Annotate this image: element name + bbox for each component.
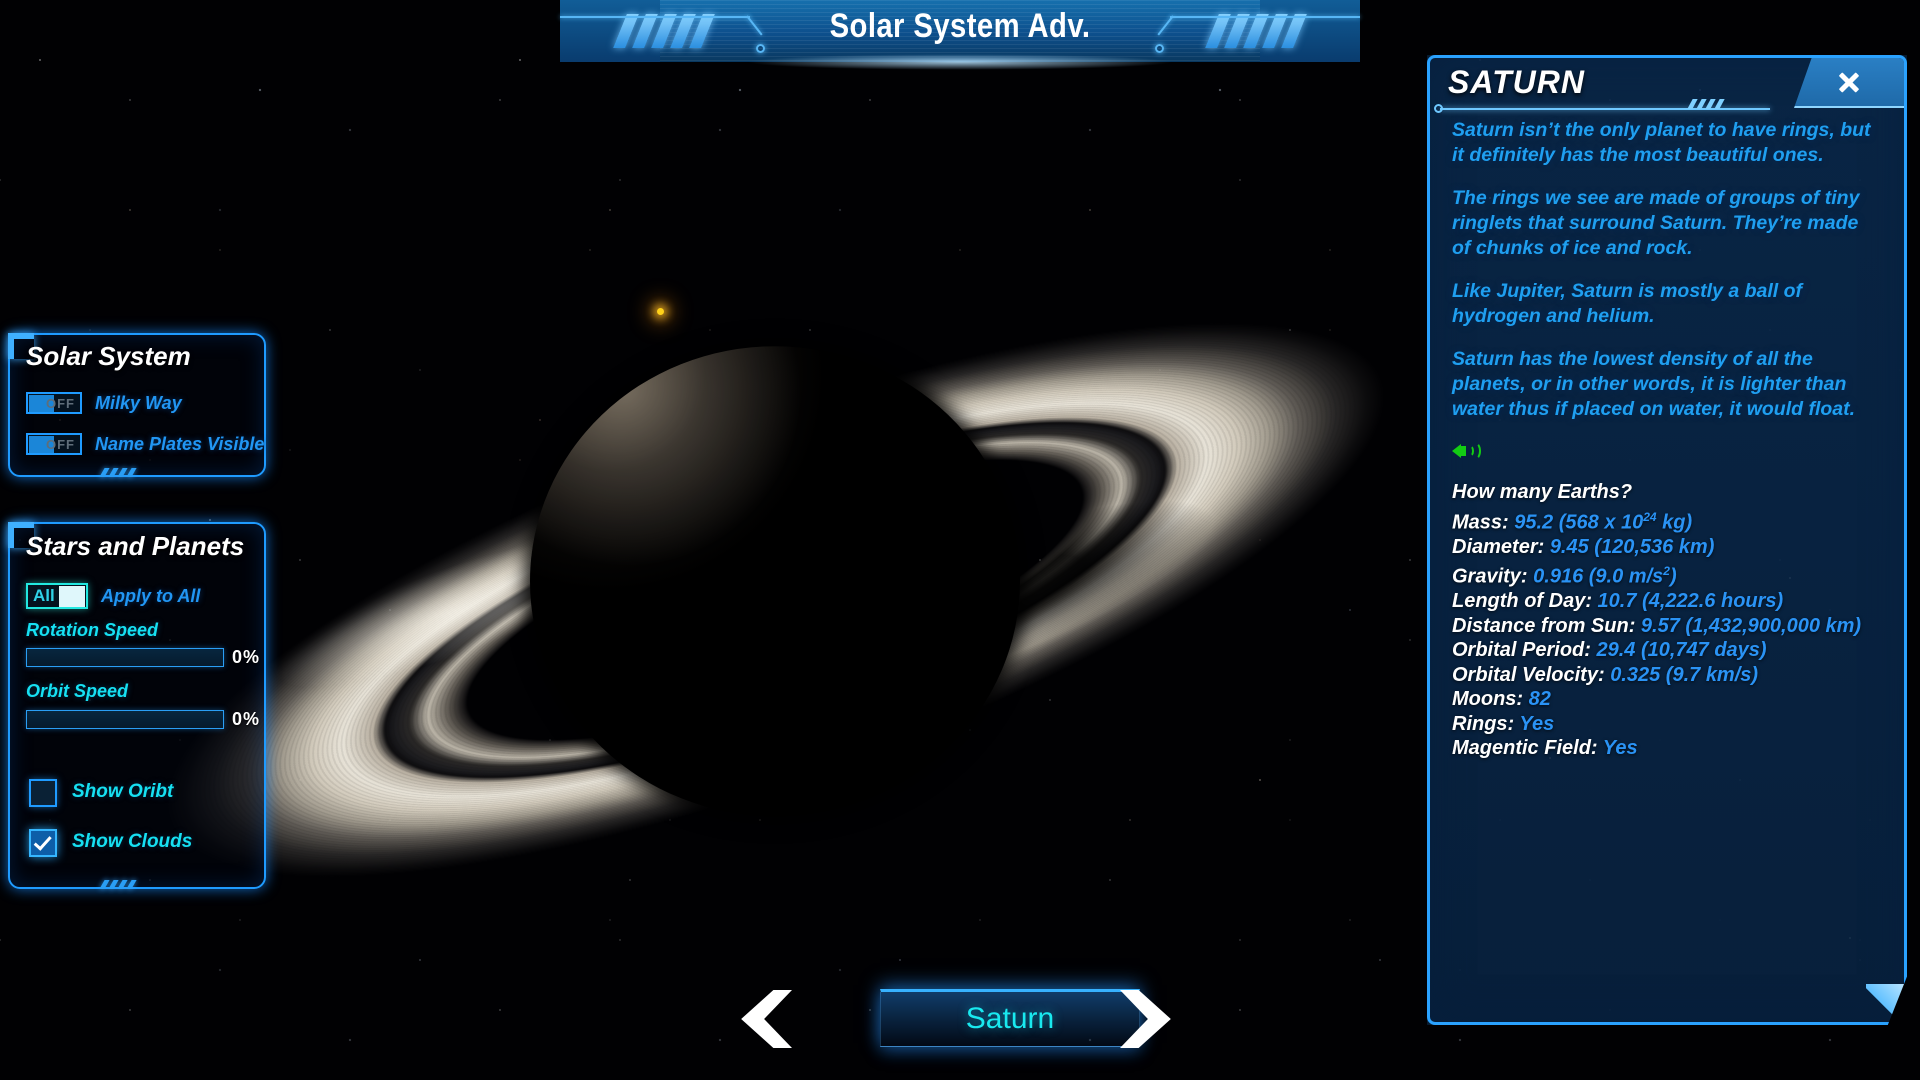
current-planet-tab[interactable]: Saturn <box>880 989 1140 1047</box>
close-button[interactable] <box>1794 58 1904 108</box>
planet-description-paragraph: Saturn isn’t the only planet to have rin… <box>1452 119 1871 166</box>
solar-system-panel: Solar System OFF Milky Way OFF Name Plat… <box>8 333 266 477</box>
panel-bottom-hash-icon <box>99 880 137 889</box>
header-hash-icon <box>1687 99 1725 109</box>
show-clouds-label: Show Clouds <box>72 831 193 852</box>
stat-value: 0.916 (9.0 m/s <box>1533 565 1664 588</box>
stat-row: Orbital Velocity: 0.325 (9.7 km/s) <box>1452 663 1882 688</box>
stat-value: Yes <box>1602 737 1638 760</box>
stat-value-tail: ) <box>1669 565 1677 588</box>
name-plates-toggle-state: OFF <box>46 436 75 452</box>
stat-label: Orbital Period: <box>1452 639 1597 662</box>
saturn-ring-shadow <box>108 212 1442 988</box>
stat-row: Distance from Sun: 9.57 (1,432,900,000 k… <box>1452 614 1882 639</box>
name-plates-label: Name Plates Visible <box>95 433 265 454</box>
orbit-speed-label: Orbit Speed <box>26 681 129 701</box>
show-orbit-label: Show Oribt <box>72 781 174 802</box>
milky-way-toggle-state: OFF <box>46 395 75 411</box>
milky-way-toggle[interactable]: OFF <box>26 392 82 414</box>
stat-value: Yes <box>1519 712 1555 735</box>
planet-description-paragraph: Like Jupiter, Saturn is mostly a ball of… <box>1452 280 1803 327</box>
info-panel-body: Saturn isn’t the only planet to have rin… <box>1452 118 1882 761</box>
stars-panel-title: Stars and Planets <box>26 531 245 561</box>
app-viewport: Solar System Adv. Solar System OFF Milky… <box>0 0 1920 1080</box>
sun-light-point <box>657 308 664 315</box>
planet-name-heading: SATURN <box>1448 64 1585 100</box>
stat-value-tail: kg) <box>1656 511 1693 534</box>
header-underline <box>1440 108 1770 110</box>
apply-to-all-toggle-knob <box>59 585 85 607</box>
stat-label: Diameter: <box>1452 535 1550 558</box>
apply-to-all-toggle[interactable]: All <box>26 583 88 609</box>
stat-value-exponent: 2 <box>1663 564 1670 579</box>
toggle-row-name-plates[interactable]: OFF Name Plates Visible <box>26 433 264 455</box>
apply-to-all-row[interactable]: All Apply to All <box>26 583 200 609</box>
stat-value: 10.7 (4,222.6 hours) <box>1597 590 1784 613</box>
stat-label: Mass: <box>1452 511 1515 534</box>
stat-value: 9.57 (1,432,900,000 km) <box>1640 614 1862 637</box>
rotation-speed-value: 0% <box>232 647 261 667</box>
apply-to-all-toggle-label: All <box>33 586 55 605</box>
stat-label: Orbital Velocity: <box>1452 663 1611 686</box>
speaker-icon[interactable] <box>1452 440 1481 462</box>
header-node-icon <box>1434 104 1443 113</box>
stat-row: Magentic Field: Yes <box>1452 736 1882 761</box>
stat-label: Gravity: <box>1452 565 1534 588</box>
stat-row: Gravity: 0.916 (9.0 m/s2) <box>1452 559 1882 589</box>
rotation-speed-label: Rotation Speed <box>26 620 159 640</box>
stat-row: Moons: 82 <box>1452 687 1882 712</box>
panel-bottom-hash-icon <box>99 468 137 477</box>
stat-row: Orbital Period: 29.4 (10,747 days) <box>1452 638 1882 663</box>
planet-description-paragraph: The rings we see are made of groups of t… <box>1452 187 1860 259</box>
solar-system-panel-title: Solar System <box>26 341 191 371</box>
stat-value: 9.45 (120,536 km) <box>1549 535 1715 558</box>
stat-value-exponent: 24 <box>1643 509 1657 524</box>
stat-label: Magentic Field: <box>1452 737 1603 760</box>
stat-value: 82 <box>1528 688 1551 711</box>
stat-row: Diameter: 9.45 (120,536 km) <box>1452 535 1882 560</box>
stat-row: Length of Day: 10.7 (4,222.6 hours) <box>1452 589 1882 614</box>
planet-description-paragraph: Saturn has the lowest density of all the… <box>1452 348 1856 420</box>
close-icon <box>1837 70 1861 94</box>
stat-value: 0.325 (9.7 km/s) <box>1610 663 1759 686</box>
show-orbit-checkbox[interactable] <box>29 779 57 807</box>
checkmark-icon <box>33 831 52 851</box>
stat-label: Distance from Sun: <box>1452 614 1641 637</box>
stat-label: Rings: <box>1452 712 1520 735</box>
saturn-3d-scene[interactable] <box>108 120 1442 1080</box>
apply-to-all-label: Apply to All <box>101 585 201 606</box>
show-clouds-checkbox[interactable] <box>29 829 57 857</box>
planet-info-panel: SATURN Saturn isn’t the only planet to h… <box>1427 55 1907 1025</box>
planet-stats-list: How many Earths? Mass: 95.2 (568 x 1024 … <box>1452 480 1882 761</box>
stat-value: 95.2 (568 x 10 <box>1514 511 1644 534</box>
stat-row: Rings: Yes <box>1452 712 1882 737</box>
stats-heading: How many Earths? <box>1452 481 1633 503</box>
current-planet-label: Saturn <box>965 1002 1055 1035</box>
orbit-speed-slider[interactable] <box>26 710 224 729</box>
stats-rows: Mass: 95.2 (568 x 1024 kg) Diameter: 9.45… <box>1452 505 1882 761</box>
stat-value: 29.4 (10,747 days) <box>1596 639 1767 662</box>
stat-label: Moons: <box>1452 688 1529 711</box>
stat-label: Length of Day: <box>1452 590 1598 613</box>
info-panel-header: SATURN <box>1430 58 1904 113</box>
rotation-speed-slider[interactable] <box>26 648 224 667</box>
milky-way-label: Milky Way <box>95 392 182 413</box>
name-plates-toggle[interactable]: OFF <box>26 433 82 455</box>
stat-row: Mass: 95.2 (568 x 1024 kg) <box>1452 505 1882 535</box>
toggle-row-milky-way[interactable]: OFF Milky Way <box>26 392 182 414</box>
